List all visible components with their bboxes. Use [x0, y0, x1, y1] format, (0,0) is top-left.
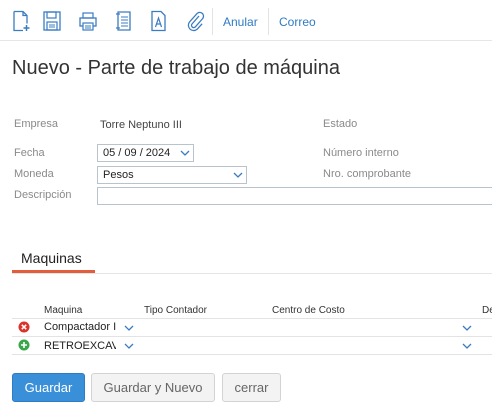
- table-row-divider: [12, 336, 492, 337]
- chevron-down-icon[interactable]: [462, 341, 472, 351]
- moneda-value: Pesos: [103, 169, 134, 181]
- column-header-maquina: Maquina: [44, 305, 83, 316]
- row-maquina-cell[interactable]: RETROEXCAVADORA: [44, 340, 116, 352]
- toolbar-separator: [212, 8, 213, 35]
- empresa-value: Torre Neptuno III: [100, 119, 182, 131]
- descripcion-label: Descripción: [14, 189, 72, 201]
- toolbar-separator: [268, 8, 269, 35]
- estado-label: Estado: [323, 118, 358, 130]
- save-icon[interactable]: [42, 10, 62, 32]
- empresa-label: Empresa: [14, 118, 59, 130]
- delete-icon[interactable]: [18, 321, 30, 333]
- print-icon[interactable]: [78, 10, 98, 32]
- tab-divider: [12, 273, 492, 274]
- attach-icon[interactable]: [185, 10, 205, 32]
- fecha-date-field[interactable]: 05 / 09 / 2024: [97, 144, 194, 162]
- fecha-label: Fecha: [14, 147, 45, 159]
- chevron-down-icon[interactable]: [462, 323, 472, 333]
- column-header-tipo-contador: Tipo Contador: [144, 305, 207, 316]
- correo-link[interactable]: Correo: [279, 15, 316, 29]
- numero-interno-label: Número interno: [323, 147, 399, 159]
- table-row-divider: [12, 354, 492, 355]
- add-icon[interactable]: [18, 339, 30, 351]
- chevron-down-icon[interactable]: [124, 341, 134, 351]
- fecha-value: 05 / 09 / 2024: [103, 147, 171, 159]
- chevron-down-icon[interactable]: [180, 148, 190, 158]
- tab-maquinas[interactable]: Maquinas: [21, 250, 82, 266]
- moneda-select[interactable]: Pesos: [97, 166, 247, 184]
- toolbar: Anular Correo: [0, 0, 492, 41]
- nro-comprobante-label: Nro. comprobante: [323, 168, 412, 180]
- row-maquina-cell[interactable]: Compactador I: [44, 321, 116, 333]
- new-document-icon[interactable]: [11, 10, 31, 32]
- guardar-y-nuevo-button[interactable]: Guardar y Nuevo: [91, 373, 215, 402]
- page-title: Nuevo - Parte de trabajo de máquina: [12, 57, 340, 79]
- guardar-button[interactable]: Guardar: [12, 373, 85, 402]
- grid-divider: [12, 318, 492, 319]
- moneda-label: Moneda: [14, 168, 54, 180]
- document-list-icon[interactable]: [114, 10, 134, 32]
- column-header-truncated: De: [482, 305, 492, 316]
- text-document-icon[interactable]: [149, 10, 169, 32]
- chevron-down-icon[interactable]: [124, 323, 134, 333]
- chevron-down-icon[interactable]: [233, 170, 243, 180]
- descripcion-input[interactable]: [97, 187, 492, 205]
- column-header-centro-costo: Centro de Costo: [272, 305, 345, 316]
- cerrar-button[interactable]: cerrar: [222, 373, 281, 402]
- anular-link[interactable]: Anular: [223, 15, 258, 29]
